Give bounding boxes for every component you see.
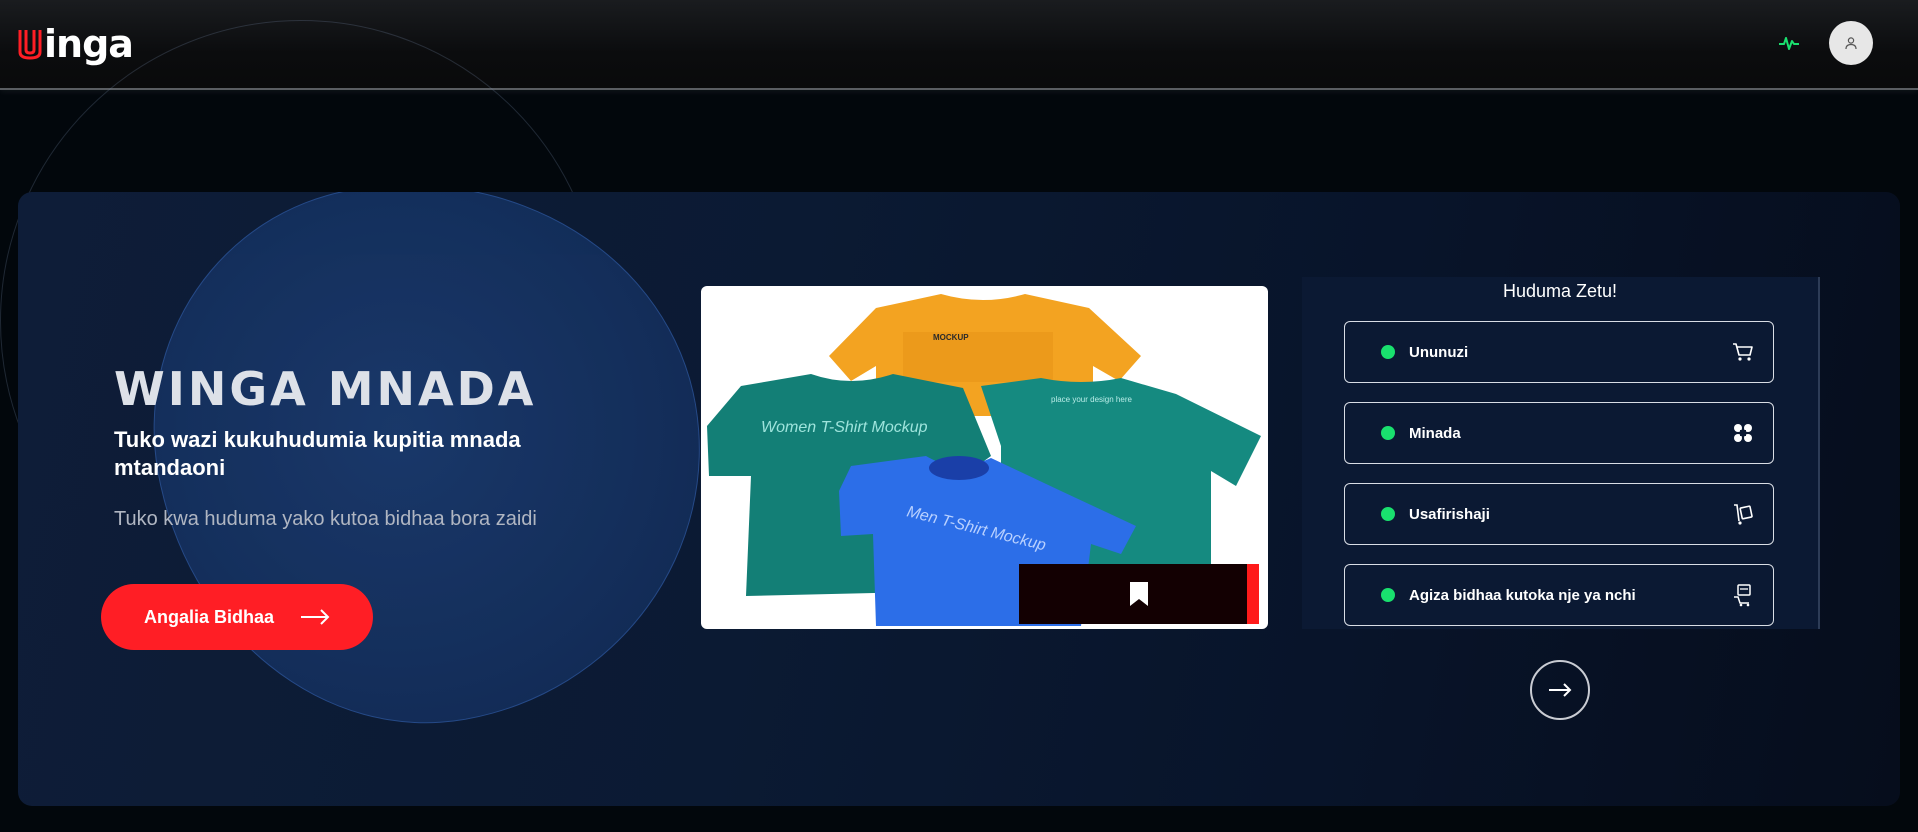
hero-subtitle: Tuko wazi kukuhudumia kupitia mnada mtan… <box>114 427 521 480</box>
next-button[interactable] <box>1530 660 1590 720</box>
hero-title: WINGA MNADA <box>114 362 537 416</box>
delivery-trolley-icon <box>1734 504 1753 525</box>
service-label: Agiza bidhaa kutoka nje ya nchi <box>1409 586 1636 604</box>
status-dot <box>1381 426 1395 440</box>
services-panel: Huduma Zetu! Ununuzi Minada Usafirishaji <box>1302 277 1820 629</box>
user-avatar-button[interactable] <box>1829 21 1873 65</box>
shirt-text-1: Women T-Shirt Mockup <box>761 419 928 436</box>
arrow-right-icon <box>1549 683 1572 697</box>
services-title: Huduma Zetu! <box>1502 281 1618 301</box>
shirt-text-0: MOCKUP <box>933 333 969 342</box>
shirt-pattern <box>903 332 1053 382</box>
winga-logo-mark-icon <box>18 30 42 60</box>
logo-text: inga <box>44 22 134 66</box>
service-label: Usafirishaji <box>1409 505 1490 523</box>
status-dot <box>1381 507 1395 521</box>
winga-logo[interactable]: inga <box>18 22 134 66</box>
bookmark-icon <box>1130 582 1148 606</box>
arrow-right-icon <box>301 609 330 625</box>
product-image-card[interactable]: MOCKUP place your design here Women T-Sh… <box>701 286 1268 629</box>
shirt-text-2: place your design here <box>1051 395 1132 404</box>
view-products-button[interactable]: Angalia Bidhaa <box>101 584 373 650</box>
service-item-agiza[interactable]: Agiza bidhaa kutoka nje ya nchi <box>1344 564 1774 626</box>
service-item-minada[interactable]: Minada <box>1344 402 1774 464</box>
service-item-usafirishaji[interactable]: Usafirishaji <box>1344 483 1774 545</box>
view-products-label: Angalia Bidhaa <box>143 606 275 627</box>
hero-description: Tuko kwa huduma yako kutoa bidhaa bora z… <box>114 508 537 530</box>
bookmark-accent-bar <box>1247 564 1259 624</box>
user-icon <box>1845 37 1857 50</box>
hero-section: WINGA MNADA Tuko wazi kukuhudumia kupiti… <box>18 192 1900 806</box>
status-dot <box>1381 345 1395 359</box>
import-order-icon <box>1734 584 1751 607</box>
service-label: Minada <box>1409 424 1461 442</box>
status-dot <box>1381 588 1395 602</box>
cart-icon <box>1733 343 1753 361</box>
grid-icon <box>1734 424 1752 442</box>
bookmark-button[interactable] <box>1019 564 1259 624</box>
activity-pulse-icon[interactable] <box>1778 34 1800 52</box>
service-item-ununuzi[interactable]: Ununuzi <box>1344 321 1774 383</box>
service-label: Ununuzi <box>1409 343 1469 361</box>
